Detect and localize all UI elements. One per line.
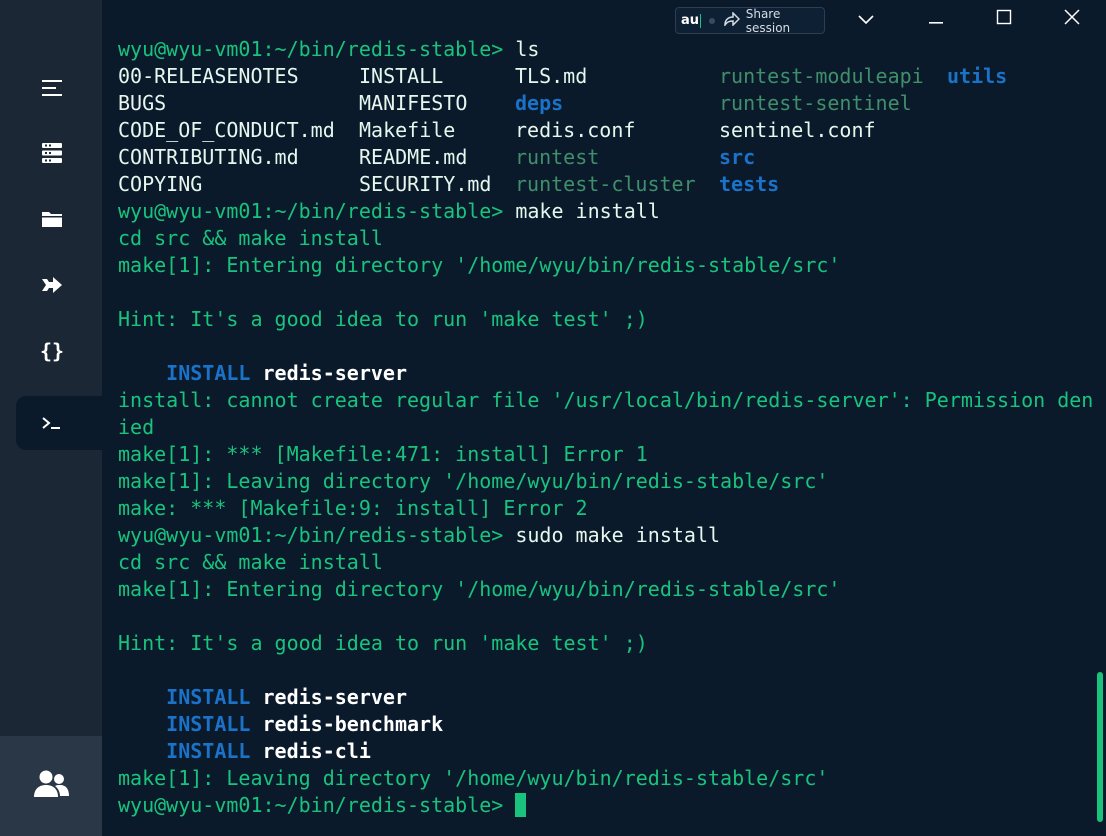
snippets-icon: {}: [39, 339, 65, 363]
ls-entry: runtest-cluster: [515, 172, 696, 196]
terminal-line: wyu@wyu-vm01:~/bin/redis-stable> sudo ma…: [118, 522, 1093, 549]
terminal-line: INSTALL redis-benchmark: [118, 711, 1093, 738]
terminal-line: make[1]: Leaving directory '/home/wyu/bi…: [118, 766, 829, 790]
sidebar-item-hosts[interactable]: [16, 126, 102, 180]
share-icon: [723, 11, 746, 29]
terminal-line: INSTALL redis-cli: [118, 738, 1093, 765]
prompt: wyu@wyu-vm01:~/bin/redis-stable>: [118, 793, 504, 817]
text-caret: [700, 13, 701, 28]
ls-entry: MANIFESTO: [359, 91, 468, 115]
terminal-line: make[1]: Leaving directory '/home/wyu/bi…: [118, 469, 829, 493]
terminal-line: make[1]: Entering directory '/home/wyu/b…: [118, 253, 841, 277]
ls-entry: COPYING: [118, 172, 203, 196]
ls-row: 00-RELEASENOTES INSTALL TLS.md runtest-m…: [118, 63, 1093, 90]
port-forward-icon: [41, 276, 63, 294]
ls-entry: redis.conf: [515, 118, 636, 142]
terminal-line: Hint: It's a good idea to run 'make test…: [118, 307, 648, 331]
ls-entry: INSTALL: [359, 64, 444, 88]
ls-entry: sentinel.conf: [719, 118, 876, 142]
ls-entry: CONTRIBUTING.md: [118, 145, 299, 169]
ls-entry: Makefile: [359, 118, 456, 142]
ls-entry: README.md: [359, 145, 468, 169]
terminal-icon: [41, 416, 63, 430]
share-session-box: au Share session: [675, 6, 825, 35]
ls-row: COPYING SECURITY.md runtest-cluster test…: [118, 171, 1093, 198]
folder-icon: [41, 210, 63, 228]
status-dot: [708, 17, 715, 24]
terminal-line: INSTALL redis-server: [118, 684, 1093, 711]
terminal-line: make[1]: *** [Makefile:471: install] Err…: [118, 442, 648, 466]
prompt: wyu@wyu-vm01:~/bin/redis-stable>: [118, 37, 504, 61]
terminal-line: cd src && make install: [118, 550, 383, 574]
ls-entry: TLS.md: [515, 64, 588, 88]
install-keyword: INSTALL: [166, 685, 251, 709]
share-session-button[interactable]: Share session: [723, 6, 824, 35]
terminal-line: make[1]: Entering directory '/home/wyu/b…: [118, 577, 841, 601]
command: make install: [503, 199, 660, 223]
hosts-icon: [41, 142, 63, 164]
ls-entry: 00-RELEASENOTES: [118, 64, 299, 88]
ls-row: BUGS MANIFESTO deps runtest-sentinel: [118, 90, 1093, 117]
install-target: redis-cli: [262, 739, 371, 763]
terminal-line: cd src && make install: [118, 226, 383, 250]
terminal-cursor[interactable]: [515, 793, 527, 817]
install-target: redis-benchmark: [262, 712, 444, 736]
close-icon: [1064, 9, 1080, 29]
install-target: redis-server: [262, 361, 408, 385]
ls-entry: tests: [719, 172, 780, 196]
ls-entry: CODE_OF_CONDUCT.md: [118, 118, 335, 142]
terminal-line: wyu@wyu-vm01:~/bin/redis-stable>: [118, 792, 1093, 819]
maximize-button[interactable]: [987, 6, 1021, 32]
terminal-line: ied: [118, 415, 155, 439]
terminal-line: INSTALL redis-server: [118, 360, 1093, 387]
dropdown-button[interactable]: [849, 6, 883, 32]
sidebar: {}: [0, 0, 102, 836]
ls-entry: deps: [515, 91, 564, 115]
ls-entry: runtest-sentinel: [719, 91, 912, 115]
terminal-line: wyu@wyu-vm01:~/bin/redis-stable> ls: [118, 36, 1093, 63]
install-keyword: INSTALL: [166, 739, 251, 763]
install-target: redis-server: [262, 685, 408, 709]
sidebar-item-port-forwarding[interactable]: [16, 258, 102, 312]
close-button[interactable]: [1055, 6, 1089, 32]
minimize-button[interactable]: [919, 6, 953, 32]
prompt: wyu@wyu-vm01:~/bin/redis-stable>: [118, 523, 504, 547]
minimize-icon: [928, 10, 944, 29]
install-keyword: INSTALL: [166, 712, 251, 736]
terminal-scrollbar[interactable]: [1097, 672, 1103, 822]
terminal-line: Hint: It's a good idea to run 'make test…: [118, 631, 648, 655]
ls-entry: src: [719, 145, 756, 169]
command: sudo make install: [503, 523, 721, 547]
sidebar-item-menu[interactable]: [16, 61, 102, 115]
terminal-line: wyu@wyu-vm01:~/bin/redis-stable> make in…: [118, 198, 1093, 225]
ls-entry: runtest: [515, 145, 600, 169]
ime-indicator: au: [681, 13, 700, 28]
chevron-down-icon: [858, 10, 874, 29]
sidebar-item-sftp[interactable]: [16, 192, 102, 246]
ls-entry: utils: [947, 64, 1008, 88]
install-keyword: INSTALL: [166, 361, 251, 385]
ls-entry: BUGS: [118, 91, 167, 115]
sidebar-item-terminal[interactable]: [16, 396, 102, 450]
ls-row: CONTRIBUTING.md README.md runtest src: [118, 144, 1093, 171]
ls-row: CODE_OF_CONDUCT.md Makefile redis.conf s…: [118, 117, 1093, 144]
maximize-icon: [996, 9, 1012, 29]
team-icon: [32, 768, 70, 804]
prompt: wyu@wyu-vm01:~/bin/redis-stable>: [118, 199, 504, 223]
sidebar-item-team[interactable]: [0, 736, 102, 836]
ls-entry: SECURITY.md: [359, 172, 492, 196]
terminal-line: install: cannot create regular file '/us…: [118, 388, 1093, 412]
terminal-output[interactable]: wyu@wyu-vm01:~/bin/redis-stable> ls 00-R…: [118, 36, 1093, 836]
ls-entry: runtest-moduleapi: [719, 64, 924, 88]
menu-icon: [41, 79, 63, 97]
share-session-label: Share session: [745, 6, 791, 35]
command: ls: [503, 37, 540, 61]
terminal-line: make: *** [Makefile:9: install] Error 2: [118, 496, 588, 520]
sidebar-item-snippets[interactable]: {}: [16, 324, 102, 378]
